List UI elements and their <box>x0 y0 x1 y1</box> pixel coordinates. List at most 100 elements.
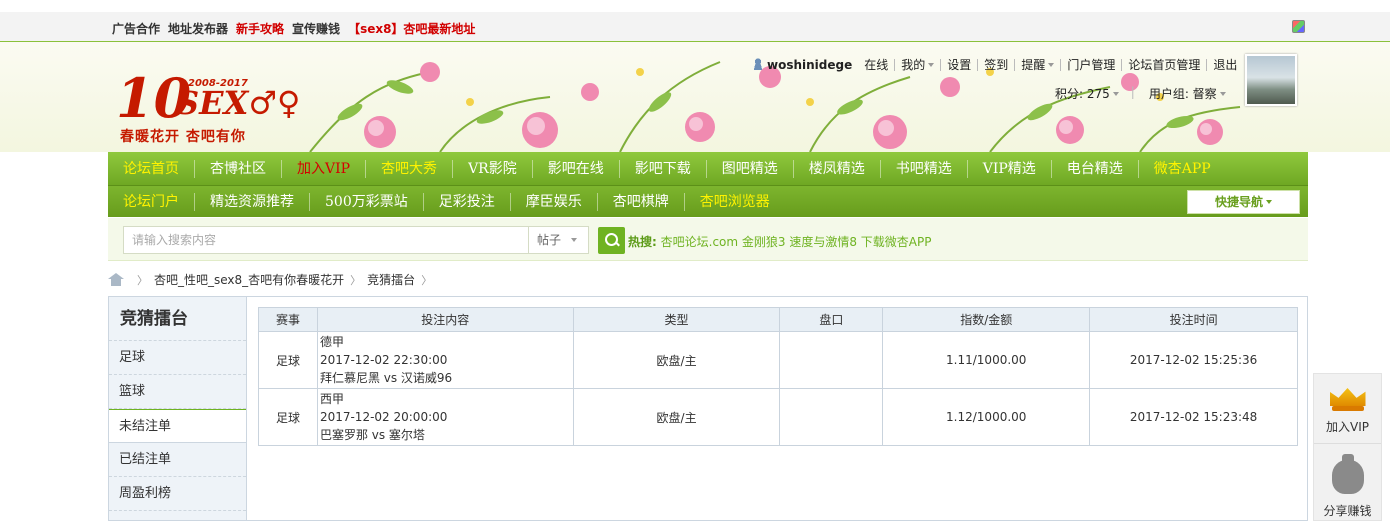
sidebar-item-basketball[interactable]: 篮球 <box>109 375 246 409</box>
site-logo[interactable]: 10 2008-2017 SEX♂♀ 春暖花开 杏吧有你 <box>116 70 300 145</box>
breadcrumb-separator: 〉 <box>350 273 362 287</box>
hot-search-label: 热搜: <box>628 235 657 249</box>
search-bar: 帖子 热搜: 杏吧论坛.com 金刚狼3 速度与激情8 下载微杏APP <box>108 218 1308 261</box>
share-earn-button[interactable]: 分享赚钱 <box>1314 452 1381 522</box>
main-nav-item[interactable]: 影吧下载 <box>620 159 707 178</box>
secondary-nav-item[interactable]: 摩臣娱乐 <box>511 192 598 211</box>
main-nav-item[interactable]: 影吧在线 <box>533 159 620 178</box>
secondary-nav-item[interactable]: 精选资源推荐 <box>195 192 310 211</box>
secondary-nav-item[interactable]: 500万彩票站 <box>310 192 424 211</box>
points-menu[interactable]: 积分: 275 <box>1055 85 1119 102</box>
main-nav-item[interactable]: 楼凤精选 <box>794 159 881 178</box>
online-status[interactable]: 在线 <box>858 59 894 71</box>
top-link-ads[interactable]: 广告合作 <box>112 20 160 37</box>
top-links: 广告合作 地址发布器 新手攻略 宣传赚钱 【sex8】杏吧最新地址 <box>112 20 475 37</box>
join-vip-label: 加入VIP <box>1326 420 1369 434</box>
secondary-nav-item[interactable]: 足彩投注 <box>424 192 511 211</box>
main-nav: 论坛首页 杏博社区 加入VIP 杏吧大秀 VR影院 影吧在线 影吧下载 图吧精选 楼凤精选 书吧精… <box>108 152 1308 185</box>
secondary-nav-item[interactable]: 杏吧棋牌 <box>598 192 685 211</box>
cell-event: 足球 <box>258 388 318 446</box>
col-header-content: 投注内容 <box>316 307 574 332</box>
menu-logout[interactable]: 退出 <box>1206 58 1243 71</box>
sidebar-title: 竞猜擂台 <box>109 297 246 341</box>
sidebar-item-settled-bets[interactable]: 已结注单 <box>109 443 246 477</box>
bet-match-time: 2017-12-02 22:30:00 <box>319 353 448 367</box>
table-row: 足球 西甲 2017-12-02 20:00:00 巴塞罗那 vs 塞尔塔 欧盘… <box>258 388 1298 446</box>
cell-odds-amount: 1.12/1000.00 <box>882 388 1091 446</box>
menu-reminders-label: 提醒 <box>1021 57 1046 72</box>
secondary-nav-item[interactable]: 杏吧浏览器 <box>685 193 785 211</box>
main-nav-item[interactable]: 杏吧大秀 <box>366 159 454 178</box>
main-panel: 赛事 投注内容 类型 盘口 指数/金额 投注时间 足球 德甲 2017-12-0… <box>246 296 1308 521</box>
quick-nav-button[interactable]: 快捷导航 <box>1187 190 1300 214</box>
menu-forum-admin[interactable]: 论坛首页管理 <box>1121 58 1206 71</box>
bet-match-time: 2017-12-02 20:00:00 <box>319 410 448 424</box>
top-link-newbie[interactable]: 新手攻略 <box>236 20 284 37</box>
secondary-nav-item[interactable]: 论坛门户 <box>108 192 195 211</box>
search-input[interactable] <box>123 226 529 254</box>
bet-league: 德甲 <box>319 335 344 349</box>
points-label: 积分: 275 <box>1055 87 1110 101</box>
col-header-odds-amount: 指数/金额 <box>882 307 1091 332</box>
hot-searches: 热搜: 杏吧论坛.com 金刚狼3 速度与激情8 下载微杏APP <box>628 233 931 250</box>
main-nav-item[interactable]: 论坛首页 <box>108 159 195 178</box>
sidebar-item-open-bets[interactable]: 未结注单 <box>109 409 247 443</box>
main-nav-item[interactable]: 书吧精选 <box>881 159 968 178</box>
table-header-row: 赛事 投注内容 类型 盘口 指数/金额 投注时间 <box>258 307 1298 332</box>
menu-mine-label: 我的 <box>901 57 926 72</box>
top-link-address[interactable]: 地址发布器 <box>168 20 228 37</box>
sidebar-item-weekly-ranking[interactable]: 周盈利榜 <box>109 477 246 511</box>
floating-sidebar: 加入VIP 分享赚钱 <box>1313 373 1382 521</box>
bet-league: 西甲 <box>319 392 344 406</box>
menu-portal-admin[interactable]: 门户管理 <box>1060 58 1121 71</box>
main-nav-item[interactable]: 图吧精选 <box>707 159 794 178</box>
cell-bet-time: 2017-12-02 15:25:36 <box>1089 331 1298 389</box>
share-earn-label: 分享赚钱 <box>1323 504 1372 518</box>
logo-text: SEX♂♀ <box>176 84 301 122</box>
main-nav-item[interactable]: 微杏APP <box>1139 160 1226 178</box>
breadcrumb-current[interactable]: 竞猜擂台 <box>367 271 415 288</box>
sidebar-item-football[interactable]: 足球 <box>109 341 246 375</box>
join-vip-button[interactable]: 加入VIP <box>1314 382 1381 444</box>
secondary-nav: 论坛门户 精选资源推荐 500万彩票站 足彩投注 摩臣娱乐 杏吧棋牌 杏吧浏览器 <box>108 185 1308 217</box>
main-nav-item[interactable]: VR影院 <box>453 159 533 178</box>
col-header-bet-time: 投注时间 <box>1089 307 1298 332</box>
menu-signin[interactable]: 签到 <box>977 58 1014 71</box>
search-type-select[interactable]: 帖子 <box>529 226 589 254</box>
cell-content: 西甲 2017-12-02 20:00:00 巴塞罗那 vs 塞尔塔 <box>316 388 574 446</box>
breadcrumb-separator: 〉 <box>137 273 148 287</box>
chevron-down-icon <box>571 238 578 242</box>
top-link-latest-address[interactable]: 【sex8】杏吧最新地址 <box>348 20 475 37</box>
chevron-down-icon <box>1048 62 1055 67</box>
top-link-promote[interactable]: 宣传赚钱 <box>292 20 340 37</box>
cell-event: 足球 <box>258 331 318 389</box>
cell-type: 欧盘/主 <box>572 331 781 389</box>
hot-search-terms[interactable]: 杏吧论坛.com 金刚狼3 速度与激情8 下载微杏APP <box>661 235 932 249</box>
avatar[interactable] <box>1245 54 1297 106</box>
main-nav-item[interactable]: 杏博社区 <box>195 159 282 178</box>
main-nav-item[interactable]: 电台精选 <box>1052 159 1139 178</box>
quick-nav-label: 快捷导航 <box>1214 195 1263 209</box>
menu-reminders[interactable]: 提醒 <box>1014 57 1060 72</box>
main-nav-item[interactable]: VIP精选 <box>968 159 1052 178</box>
col-header-event: 赛事 <box>258 307 318 332</box>
user-bar: woshinidege 在线 我的 设置 签到 提醒 门户管理 论坛首页管理 退… <box>746 58 1243 71</box>
breadcrumb-forum[interactable]: 杏吧_性吧_sex8_杏吧有你春暖花开 <box>154 271 344 288</box>
chevron-down-icon <box>1219 92 1226 96</box>
bet-teams: 拜仁慕尼黑 vs 汉诺威96 <box>319 371 453 385</box>
menu-settings[interactable]: 设置 <box>940 58 977 71</box>
chevron-down-icon <box>1266 200 1272 204</box>
search-icon[interactable] <box>598 227 625 254</box>
home-icon[interactable] <box>108 273 124 286</box>
cell-handicap <box>779 388 884 446</box>
divider: | <box>1130 85 1135 99</box>
username-link[interactable]: woshinidege <box>746 58 858 71</box>
money-bag-icon <box>1329 452 1367 496</box>
menu-mine[interactable]: 我的 <box>894 57 940 72</box>
group-menu[interactable]: 用户组: 督察 <box>1149 85 1226 102</box>
table-row: 足球 德甲 2017-12-02 22:30:00 拜仁慕尼黑 vs 汉诺威96… <box>258 331 1298 389</box>
style-switch-icon[interactable] <box>1292 20 1305 33</box>
breadcrumb: 〉 杏吧_性吧_sex8_杏吧有你春暖花开 〉 竞猜擂台 〉 <box>108 271 438 288</box>
main-nav-item[interactable]: 加入VIP <box>282 159 367 178</box>
cell-odds-amount: 1.11/1000.00 <box>882 331 1091 389</box>
